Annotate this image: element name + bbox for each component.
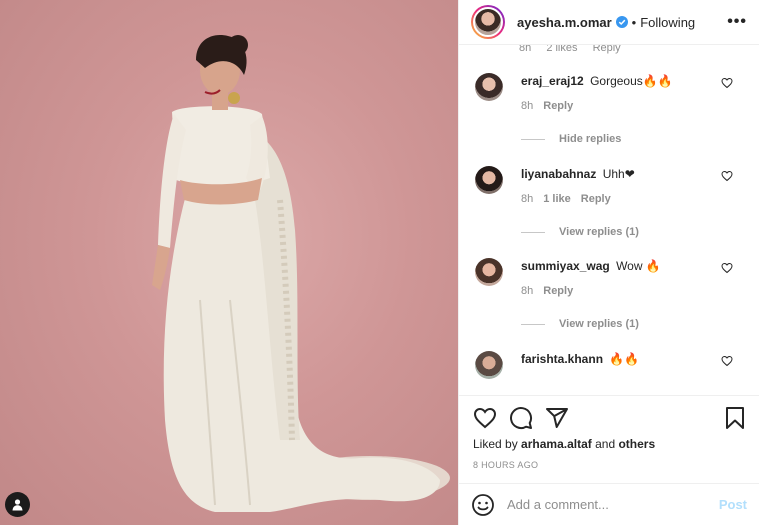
commenter-avatar[interactable] (475, 73, 503, 101)
comment-time: 8h (519, 45, 532, 54)
replies-label: View replies (1) (559, 226, 639, 238)
view-replies-button[interactable]: View replies (1) (521, 318, 639, 330)
comment-time: 8h (521, 193, 534, 205)
author-avatar (473, 7, 503, 37)
replies-line (521, 231, 545, 233)
comment-text: Gorgeous🔥🔥 (590, 74, 673, 88)
following-button[interactable]: Following (640, 15, 695, 30)
comment-heart-icon[interactable] (721, 77, 733, 89)
replies-line (521, 138, 545, 140)
author-username[interactable]: ayesha.m.omar (517, 15, 612, 30)
comment-heart-icon[interactable] (721, 262, 733, 274)
paper-plane-icon[interactable] (545, 406, 569, 430)
replies-line (521, 323, 545, 325)
hide-replies-button[interactable]: Hide replies (521, 133, 621, 145)
smiley-icon[interactable] (471, 493, 495, 517)
comment-text: Wow 🔥 (616, 259, 661, 273)
comment-item: eraj_eraj12 Gorgeous🔥🔥 8h Reply (475, 73, 747, 112)
add-comment-bar: Post (459, 483, 759, 525)
commenter-username[interactable]: summiyax_wag (521, 259, 610, 273)
likes-conjunction: and (595, 437, 616, 451)
user-tag-button[interactable] (5, 492, 30, 517)
reply-button[interactable]: Reply (581, 193, 611, 205)
likes-others-link[interactable]: others (618, 437, 655, 451)
comment-item: summiyax_wag Wow 🔥 8h Reply (475, 258, 747, 297)
partial-comment-meta: 8h 2 likes Reply (519, 45, 633, 54)
verified-badge-icon (615, 16, 628, 28)
comment-item: farishta.khann 🔥🔥 (475, 351, 747, 379)
likes-prefix: Liked by (473, 437, 518, 451)
post-photo[interactable] (0, 0, 458, 525)
reply-button[interactable]: Reply (543, 100, 573, 112)
separator-dot: • (631, 14, 637, 30)
replies-label: View replies (1) (559, 318, 639, 330)
commenter-avatar[interactable] (475, 351, 503, 379)
commenter-avatar[interactable] (475, 166, 503, 194)
commenter-avatar[interactable] (475, 258, 503, 286)
comment-time: 8h (521, 285, 534, 297)
commenter-username[interactable]: liyanabahnaz (521, 167, 596, 181)
comment-heart-icon[interactable] (721, 355, 733, 367)
comment-likes[interactable]: 1 like (543, 193, 571, 205)
comment-likes[interactable]: 2 likes (546, 45, 577, 54)
comment-heart-icon[interactable] (721, 170, 733, 182)
comment-input[interactable] (507, 497, 719, 512)
comment-time: 8h (521, 100, 534, 112)
reply-button[interactable]: Reply (543, 285, 573, 297)
heart-icon[interactable] (473, 406, 497, 430)
comment-text: 🔥🔥 (609, 352, 640, 366)
view-replies-button[interactable]: View replies (1) (521, 226, 639, 238)
comment-text: Uhh❤ (602, 167, 635, 181)
reply-button[interactable]: Reply (593, 45, 621, 54)
instagram-post: ayesha.m.omar • Following ••• 8h 2 likes… (0, 0, 759, 525)
user-tag-icon (12, 499, 23, 511)
post-timestamp[interactable]: 8 HOURS AGO (473, 460, 538, 470)
replies-label: Hide replies (559, 133, 622, 145)
commenter-username[interactable]: eraj_eraj12 (521, 74, 584, 88)
likes-summary: Liked by arhama.altaf and others (473, 437, 655, 451)
comment-item: liyanabahnaz Uhh❤ 8h 1 like Reply (475, 166, 747, 205)
story-ring[interactable] (471, 5, 505, 39)
more-options-icon[interactable]: ••• (727, 13, 747, 31)
comment-bubble-icon[interactable] (509, 406, 533, 430)
bookmark-icon[interactable] (723, 406, 747, 430)
post-comment-button[interactable]: Post (719, 497, 747, 512)
woman-in-saree-photo (152, 35, 450, 512)
post-header: ayesha.m.omar • Following ••• (459, 0, 759, 45)
commenter-username[interactable]: farishta.khann (521, 352, 603, 366)
action-bar (473, 406, 747, 430)
comments-list[interactable]: 8h 2 likes Reply eraj_eraj12 Gorgeous🔥🔥 … (459, 45, 759, 395)
post-side-panel: ayesha.m.omar • Following ••• 8h 2 likes… (458, 0, 759, 525)
liked-by-username[interactable]: arhama.altaf (521, 437, 592, 451)
post-actions: Liked by arhama.altaf and others 8 HOURS… (459, 395, 759, 525)
